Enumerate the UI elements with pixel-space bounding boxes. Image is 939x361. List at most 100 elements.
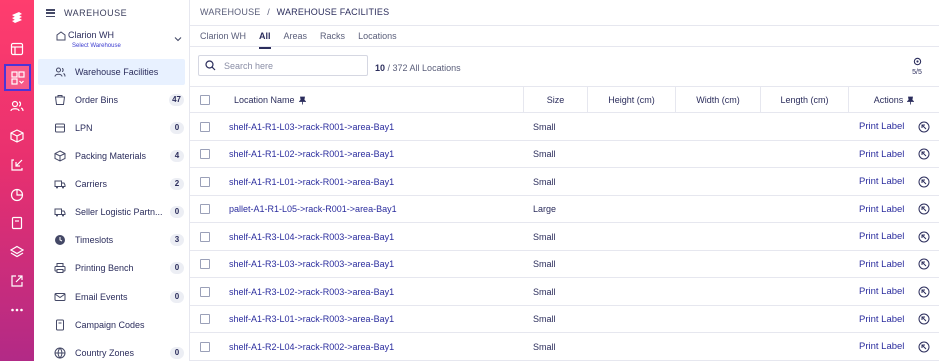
external-link-icon[interactable] [7,271,27,291]
sidebar-item-campaign-codes[interactable]: Campaign Codes [42,312,184,338]
truck-icon [54,178,66,190]
sidebar-item-order-bins[interactable]: Order Bins 47 [42,87,184,113]
open-row-button[interactable] [918,168,930,195]
arrow-up-left-icon [918,258,930,270]
open-row-button[interactable] [918,278,930,305]
location-link[interactable]: shelf-A1-R3-L04->rack-R003->area-Bay1 [229,223,394,250]
location-link[interactable]: shelf-A1-R3-L02->rack-R003->area-Bay1 [229,278,394,305]
sidebar-item-warehouse-facilities[interactable]: Warehouse Facilities [38,59,185,85]
table-row[interactable]: shelf-A1-R3-L02->rack-R003->area-Bay1 Sm… [190,278,939,306]
column-header-height[interactable]: Height (cm) [587,87,675,113]
warehouse-name: Clarion WH [68,30,115,40]
row-checkbox[interactable] [200,314,210,324]
sidebar-item-carriers[interactable]: Carriers 2 [42,171,184,197]
row-checkbox[interactable] [200,231,210,242]
open-row-button[interactable] [918,333,930,360]
table-row[interactable]: shelf-A1-R3-L03->rack-R003->area-Bay1 Sm… [190,251,939,278]
column-header-length[interactable]: Length (cm) [760,87,848,113]
open-row-button[interactable] [918,251,930,278]
warehouse-select-link[interactable]: Select Warehouse [72,43,121,49]
location-link[interactable]: pallet-A1-R1-L05->rack-R001->area-Bay1 [229,196,397,223]
result-count: 10 / 372 All Locations [375,63,461,73]
print-label-link[interactable]: Print Label [859,251,904,278]
row-checkbox[interactable] [200,176,210,187]
column-settings-button[interactable]: 5/5 [909,57,925,76]
row-checkbox[interactable] [200,341,210,352]
result-count-label: / 372 All Locations [387,63,461,73]
print-label-link[interactable]: Print Label [859,223,904,250]
more-icon[interactable] [7,300,27,320]
sidebar-item-label: Country Zones [75,348,135,358]
row-checkbox[interactable] [200,121,210,132]
column-header-width[interactable]: Width (cm) [675,87,760,113]
print-label-link[interactable]: Print Label [859,168,904,195]
logo-icon[interactable] [7,8,27,28]
open-row-button[interactable] [918,196,930,223]
sidebar-item-printing-bench[interactable]: Printing Bench 0 [42,255,184,281]
sidebar-item-packing-materials[interactable]: Packing Materials 4 [42,143,184,169]
location-link[interactable]: shelf-A1-R3-L01->rack-R003->area-Bay1 [229,306,394,333]
table-row[interactable]: shelf-A1-R1-L01->rack-R001->area-Bay1 Sm… [190,168,939,196]
print-label-link[interactable]: Print Label [859,333,904,360]
tag-icon [54,319,66,331]
table-row[interactable]: pallet-A1-R1-L05->rack-R001->area-Bay1 L… [190,196,939,223]
table-row[interactable]: shelf-A1-R3-L04->rack-R003->area-Bay1 Sm… [190,223,939,251]
location-link[interactable]: shelf-A1-R1-L02->rack-R001->area-Bay1 [229,141,394,168]
size-value: Large [533,204,557,214]
layout-icon[interactable] [7,39,27,59]
open-row-button[interactable] [918,223,930,250]
print-label-link[interactable]: Print Label [859,306,904,333]
row-checkbox[interactable] [200,286,210,297]
print-label-link[interactable]: Print Label [859,196,904,223]
search-input[interactable] [224,60,364,71]
column-header-location-name[interactable]: Location Name [234,87,306,113]
print-label-link[interactable]: Print Label [859,113,904,140]
open-row-button[interactable] [918,306,930,333]
row-checkbox[interactable] [200,259,210,269]
row-checkbox[interactable] [200,204,210,214]
sidebar-item-timeslots[interactable]: Timeslots 3 [42,227,184,253]
print-label-link[interactable]: Print Label [859,141,904,168]
sidebar-item-label: Warehouse Facilities [75,67,159,77]
chart-icon[interactable] [7,185,27,205]
row-checkbox[interactable] [200,149,210,159]
table-row[interactable]: shelf-A1-R2-L04->rack-R002->area-Bay1 Sm… [190,333,939,361]
table-row[interactable]: shelf-A1-R3-L01->rack-R003->area-Bay1 Sm… [190,306,939,333]
warehouse-icon [56,31,66,41]
apps-icon[interactable] [4,64,31,91]
inbound-icon[interactable] [7,155,27,175]
location-link[interactable]: shelf-A1-R3-L03->rack-R003->area-Bay1 [229,251,394,278]
open-row-button[interactable] [918,141,930,168]
select-all-checkbox[interactable] [200,95,210,105]
location-link[interactable]: shelf-A1-R1-L03->rack-R001->area-Bay1 [229,113,394,140]
sidebar-item-country-zones[interactable]: Country Zones 0 [42,340,184,361]
column-header-actions[interactable]: Actions [848,87,939,113]
sidebar-item-lpn[interactable]: LPN 0 [42,115,184,141]
breadcrumb-current: WAREHOUSE FACILITIES [276,7,390,17]
sidebar-item-label: Timeslots [75,235,114,245]
location-link[interactable]: shelf-A1-R2-L04->rack-R002->area-Bay1 [229,333,394,360]
size-value: Small [533,149,556,159]
chevron-down-icon[interactable] [174,36,182,42]
pin-icon[interactable] [907,96,915,105]
box-icon[interactable] [7,126,27,146]
breadcrumb-root[interactable]: WAREHOUSE [200,7,260,17]
document-icon[interactable] [7,213,27,233]
breadcrumb: WAREHOUSE / WAREHOUSE FACILITIES [200,7,389,17]
pin-icon[interactable] [298,96,306,105]
users-icon[interactable] [7,96,27,116]
column-header-size[interactable]: Size [523,87,587,113]
sidebar-item-email-events[interactable]: Email Events 0 [42,284,184,310]
hamburger-icon[interactable] [46,9,55,17]
search-box[interactable] [198,55,368,76]
table-row[interactable]: shelf-A1-R1-L02->rack-R001->area-Bay1 Sm… [190,141,939,168]
open-row-button[interactable] [918,113,930,140]
lpn-icon [54,122,66,134]
table-row[interactable]: shelf-A1-R1-L03->rack-R001->area-Bay1 Sm… [190,113,939,141]
sidebar-item-seller-logistic-partners[interactable]: Seller Logistic Partn... 0 [42,199,184,225]
count-badge: 0 [170,262,184,274]
print-label-link[interactable]: Print Label [859,278,904,305]
location-link[interactable]: shelf-A1-R1-L01->rack-R001->area-Bay1 [229,168,394,195]
layers-icon[interactable] [7,242,27,262]
search-icon [205,60,216,71]
